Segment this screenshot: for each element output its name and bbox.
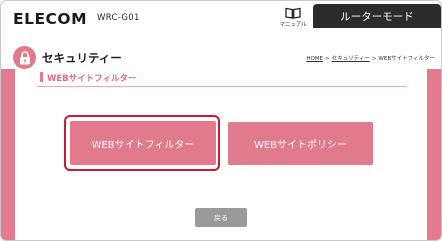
security-badge <box>13 46 36 69</box>
page-title: セキュリティー <box>42 51 122 65</box>
content-panel: WEBサイトフィルター WEBサイトフィルター WEBサイトポリシー 戻る <box>15 69 427 240</box>
section-title: WEBサイトフィルター <box>47 74 137 84</box>
breadcrumb: HOME > セキュリティー > WEBサイトフィルター <box>306 54 435 62</box>
website-filter-button[interactable]: WEBサイトフィルター <box>70 121 216 165</box>
breadcrumb-separator: > <box>325 56 330 62</box>
elecom-logo: ELECOM <box>13 10 88 28</box>
app-window: ELECOM WRC-G01 マニュアル ルーターモード セキュリティー HOM… <box>0 0 442 241</box>
section-divider <box>37 86 407 87</box>
lock-icon <box>19 50 30 64</box>
back-button[interactable]: 戻る <box>195 208 247 227</box>
book-icon <box>285 7 301 19</box>
model-name: WRC-G01 <box>97 13 140 23</box>
breadcrumb-security-link[interactable]: セキュリティー <box>332 56 370 62</box>
router-mode-tab[interactable]: ルーターモード <box>313 4 441 28</box>
breadcrumb-home-link[interactable]: HOME <box>306 56 323 62</box>
breadcrumb-separator: > <box>371 56 377 62</box>
website-policy-button[interactable]: WEBサイトポリシー <box>228 122 373 165</box>
manual-button[interactable]: マニュアル <box>279 7 307 29</box>
breadcrumb-current: WEBサイトフィルター <box>378 56 435 62</box>
section-marker <box>40 72 43 82</box>
manual-label: マニュアル <box>279 22 307 28</box>
